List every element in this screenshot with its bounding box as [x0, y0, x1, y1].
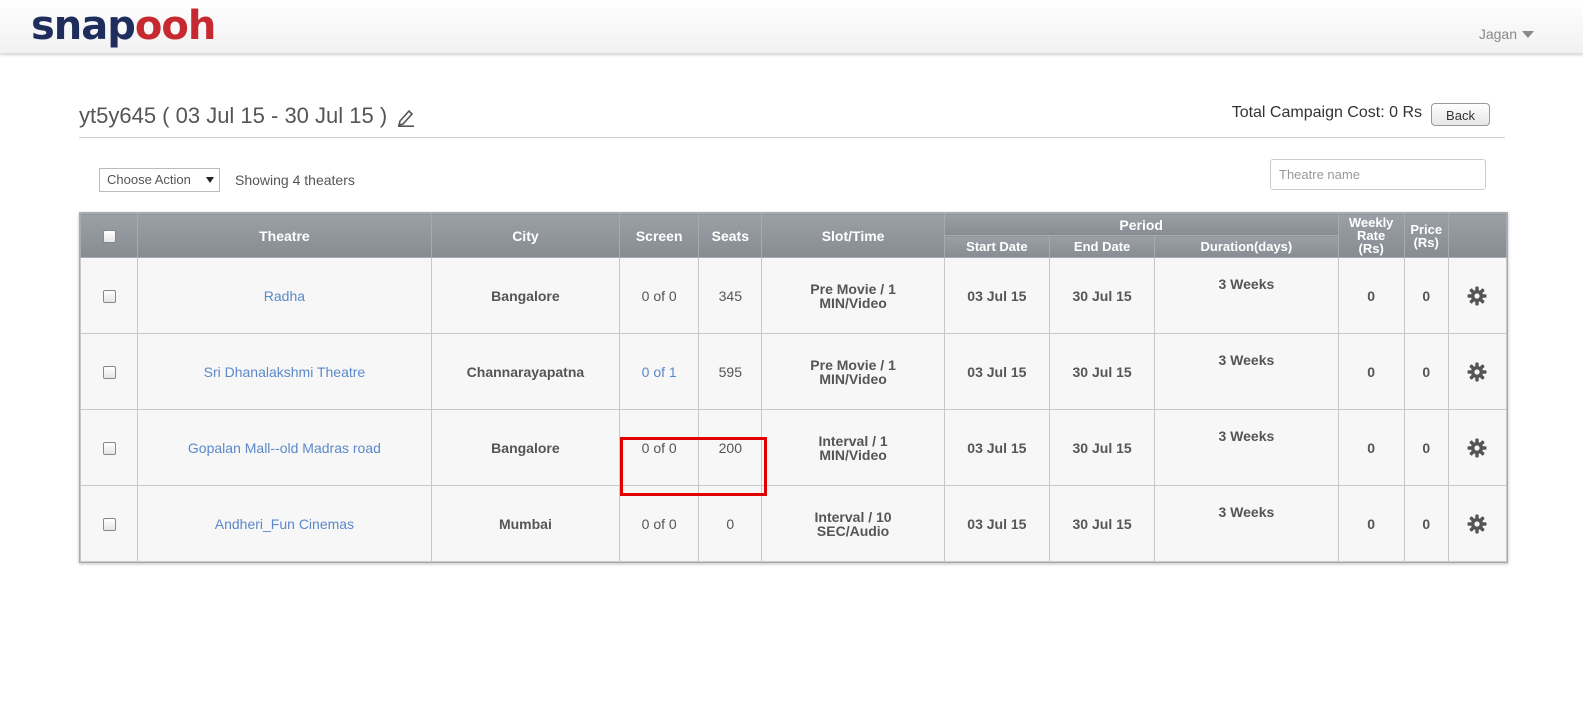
header-price[interactable]: Price (Rs): [1403, 213, 1449, 258]
screen-cell: 0 of 0: [619, 485, 700, 562]
table-row: Gopalan Mall--old Madras road Bangalore …: [79, 409, 1508, 486]
header-slot[interactable]: Slot/Time: [761, 213, 945, 258]
theatres-table: Theatre City Screen Seats Slot/Time Peri…: [79, 212, 1508, 563]
city-cell: Channarayapatna: [430, 333, 621, 410]
duration-cell: 3 Weeks: [1154, 485, 1339, 562]
row-select-cell: [79, 485, 139, 562]
page-title: yt5y645 ( 03 Jul 15 - 30 Jul 15 ): [79, 103, 388, 128]
city-cell: Bangalore: [430, 257, 621, 334]
gear-icon[interactable]: [1467, 362, 1487, 382]
start-date-cell: 03 Jul 15: [943, 257, 1050, 334]
seats-cell: 595: [698, 333, 763, 410]
seats-cell: 345: [698, 257, 763, 334]
row-checkbox[interactable]: [102, 518, 116, 532]
theatre-link[interactable]: Gopalan Mall--old Madras road: [188, 440, 381, 456]
price-line2: (Rs): [1413, 234, 1439, 250]
start-date-cell: 03 Jul 15: [943, 485, 1050, 562]
theatre-link[interactable]: Andheri_Fun Cinemas: [215, 516, 354, 532]
start-date-cell: 03 Jul 15: [943, 333, 1050, 410]
slot-line2: MIN/Video: [819, 446, 887, 463]
seats-cell: 200: [698, 409, 763, 486]
header-weekly-rate[interactable]: Weekly Rate (Rs): [1337, 213, 1405, 258]
weekly-rate-cell: 0: [1337, 485, 1405, 562]
back-button[interactable]: Back: [1431, 103, 1490, 126]
duration-cell: 3 Weeks: [1154, 409, 1339, 486]
row-select-cell: [79, 409, 139, 486]
logo-text-part1: snap: [31, 3, 136, 49]
choose-action-label: Choose Action: [107, 172, 191, 187]
row-checkbox[interactable]: [102, 366, 116, 380]
weekly-rate-line3: (Rs): [1358, 241, 1384, 256]
duration-cell: 3 Weeks: [1154, 333, 1339, 410]
end-date-cell: 30 Jul 15: [1048, 409, 1156, 486]
user-menu-name[interactable]: Jagan: [1479, 26, 1517, 42]
actions-cell: [1447, 485, 1508, 562]
theatre-search-input[interactable]: [1270, 159, 1486, 190]
header-period: Period: [943, 213, 1339, 236]
top-navbar: snapooh Jagan: [0, 0, 1583, 54]
table-row: Radha Bangalore 0 of 0 345 Pre Movie / 1…: [79, 257, 1508, 334]
header-theatre[interactable]: Theatre: [137, 213, 432, 258]
actions-cell: [1447, 257, 1508, 334]
gear-icon[interactable]: [1467, 514, 1487, 534]
slot-cell: Interval / 10 SEC/Audio: [761, 485, 945, 562]
city-cell: Mumbai: [430, 485, 621, 562]
price-cell: 0: [1403, 333, 1449, 410]
header-screen[interactable]: Screen: [619, 213, 700, 258]
header-start-date[interactable]: Start Date: [943, 235, 1050, 258]
theatre-link[interactable]: Sri Dhanalakshmi Theatre: [204, 364, 366, 380]
screen-link[interactable]: 0 of 1: [642, 364, 677, 380]
city-cell: Bangalore: [430, 409, 621, 486]
header-actions: [1447, 213, 1508, 258]
header-duration[interactable]: Duration(days): [1154, 235, 1339, 258]
price-cell: 0: [1403, 485, 1449, 562]
slot-line2: SEC/Audio: [816, 522, 890, 539]
choose-action-select[interactable]: Choose Action: [99, 168, 220, 192]
weekly-rate-cell: 0: [1337, 409, 1405, 486]
slot-cell: Interval / 1 MIN/Video: [761, 409, 945, 486]
chevron-down-icon[interactable]: [1522, 31, 1534, 38]
title-divider: [79, 137, 1505, 138]
gear-icon[interactable]: [1467, 286, 1487, 306]
row-checkbox[interactable]: [102, 290, 116, 304]
end-date-cell: 30 Jul 15: [1048, 257, 1156, 334]
header-seats[interactable]: Seats: [698, 213, 763, 258]
pencil-icon[interactable]: [397, 107, 415, 127]
actions-cell: [1447, 333, 1508, 410]
select-all-checkbox[interactable]: [102, 230, 116, 244]
price-cell: 0: [1403, 409, 1449, 486]
actions-cell: [1447, 409, 1508, 486]
seats-cell: 0: [698, 485, 763, 562]
total-campaign-cost: Total Campaign Cost: 0 Rs: [1231, 104, 1422, 121]
theatre-link[interactable]: Radha: [264, 288, 305, 304]
duration-cell: 3 Weeks: [1154, 257, 1339, 334]
screen-cell: 0 of 0: [619, 257, 700, 334]
slot-line2: MIN/Video: [819, 370, 887, 387]
logo-text-part2: ooh: [134, 3, 216, 49]
end-date-cell: 30 Jul 15: [1048, 333, 1156, 410]
dropdown-caret-icon: [206, 177, 214, 183]
weekly-rate-cell: 0: [1337, 333, 1405, 410]
table-row: Sri Dhanalakshmi Theatre Channarayapatna…: [79, 333, 1508, 410]
price-cell: 0: [1403, 257, 1449, 334]
screen-cell: 0 of 0: [619, 409, 700, 486]
header-city[interactable]: City: [430, 213, 621, 258]
table-row: Andheri_Fun Cinemas Mumbai 0 of 0 0 Inte…: [79, 485, 1508, 562]
weekly-rate-cell: 0: [1337, 257, 1405, 334]
row-select-cell: [79, 333, 139, 410]
header-end-date[interactable]: End Date: [1048, 235, 1156, 258]
end-date-cell: 30 Jul 15: [1048, 485, 1156, 562]
row-checkbox[interactable]: [102, 442, 116, 456]
gear-icon[interactable]: [1467, 438, 1487, 458]
snapooh-logo[interactable]: snapooh: [31, 2, 216, 50]
slot-cell: Pre Movie / 1 MIN/Video: [761, 333, 945, 410]
slot-cell: Pre Movie / 1 MIN/Video: [761, 257, 945, 334]
row-select-cell: [79, 257, 139, 334]
start-date-cell: 03 Jul 15: [943, 409, 1050, 486]
slot-line2: MIN/Video: [819, 294, 887, 311]
showing-count: Showing 4 theaters: [235, 172, 355, 188]
select-all-header: [79, 213, 139, 258]
